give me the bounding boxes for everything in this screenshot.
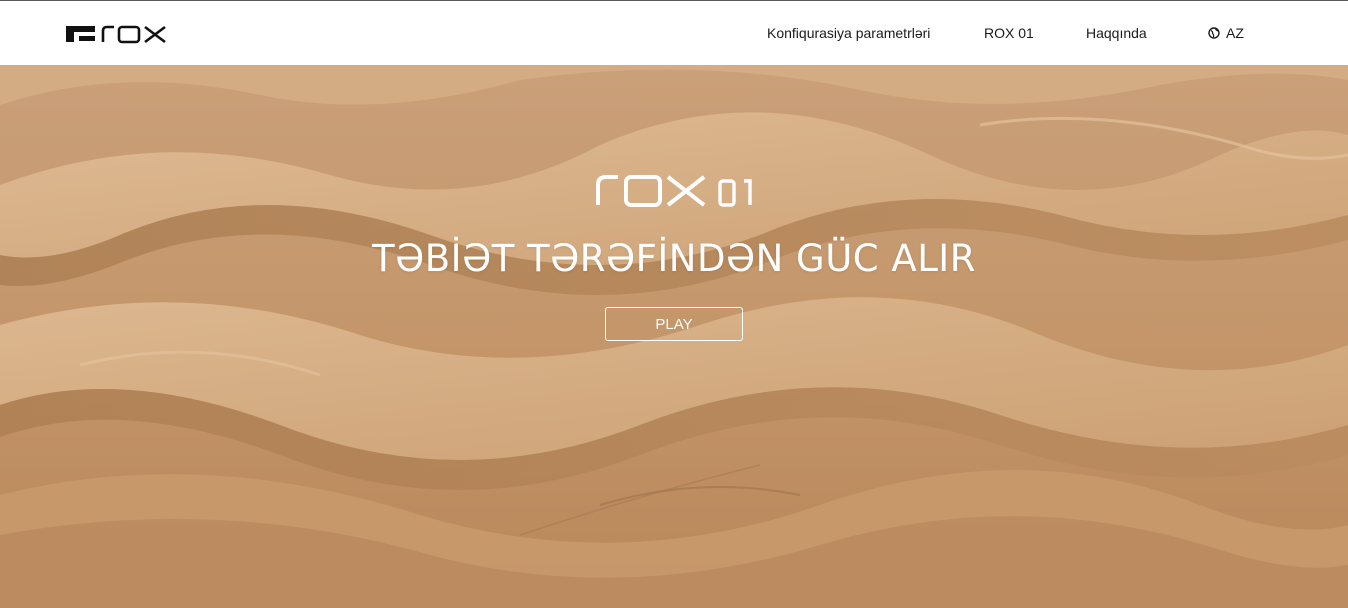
hero-section: TƏBİƏT TƏRƏFİNDƏN GÜC ALIR PLAY — [0, 65, 1348, 608]
main-nav: Konfiqurasiya parametrləri ROX 01 Haqqın… — [0, 1, 1348, 65]
hero-title: TƏBİƏT TƏRƏFİNDƏN GÜC ALIR — [372, 237, 976, 280]
nav-rox-01[interactable]: ROX 01 — [984, 25, 1034, 41]
nav-about[interactable]: Haqqında — [1086, 25, 1147, 41]
nav-config-parameters[interactable]: Konfiqurasiya parametrləri — [767, 25, 930, 41]
rox-01-logo — [596, 175, 752, 207]
site-header: Konfiqurasiya parametrləri ROX 01 Haqqın… — [0, 1, 1348, 65]
globe-icon — [1208, 27, 1220, 39]
language-switcher[interactable]: AZ — [1208, 25, 1244, 41]
language-label: AZ — [1226, 25, 1244, 41]
play-button[interactable]: PLAY — [605, 307, 743, 341]
